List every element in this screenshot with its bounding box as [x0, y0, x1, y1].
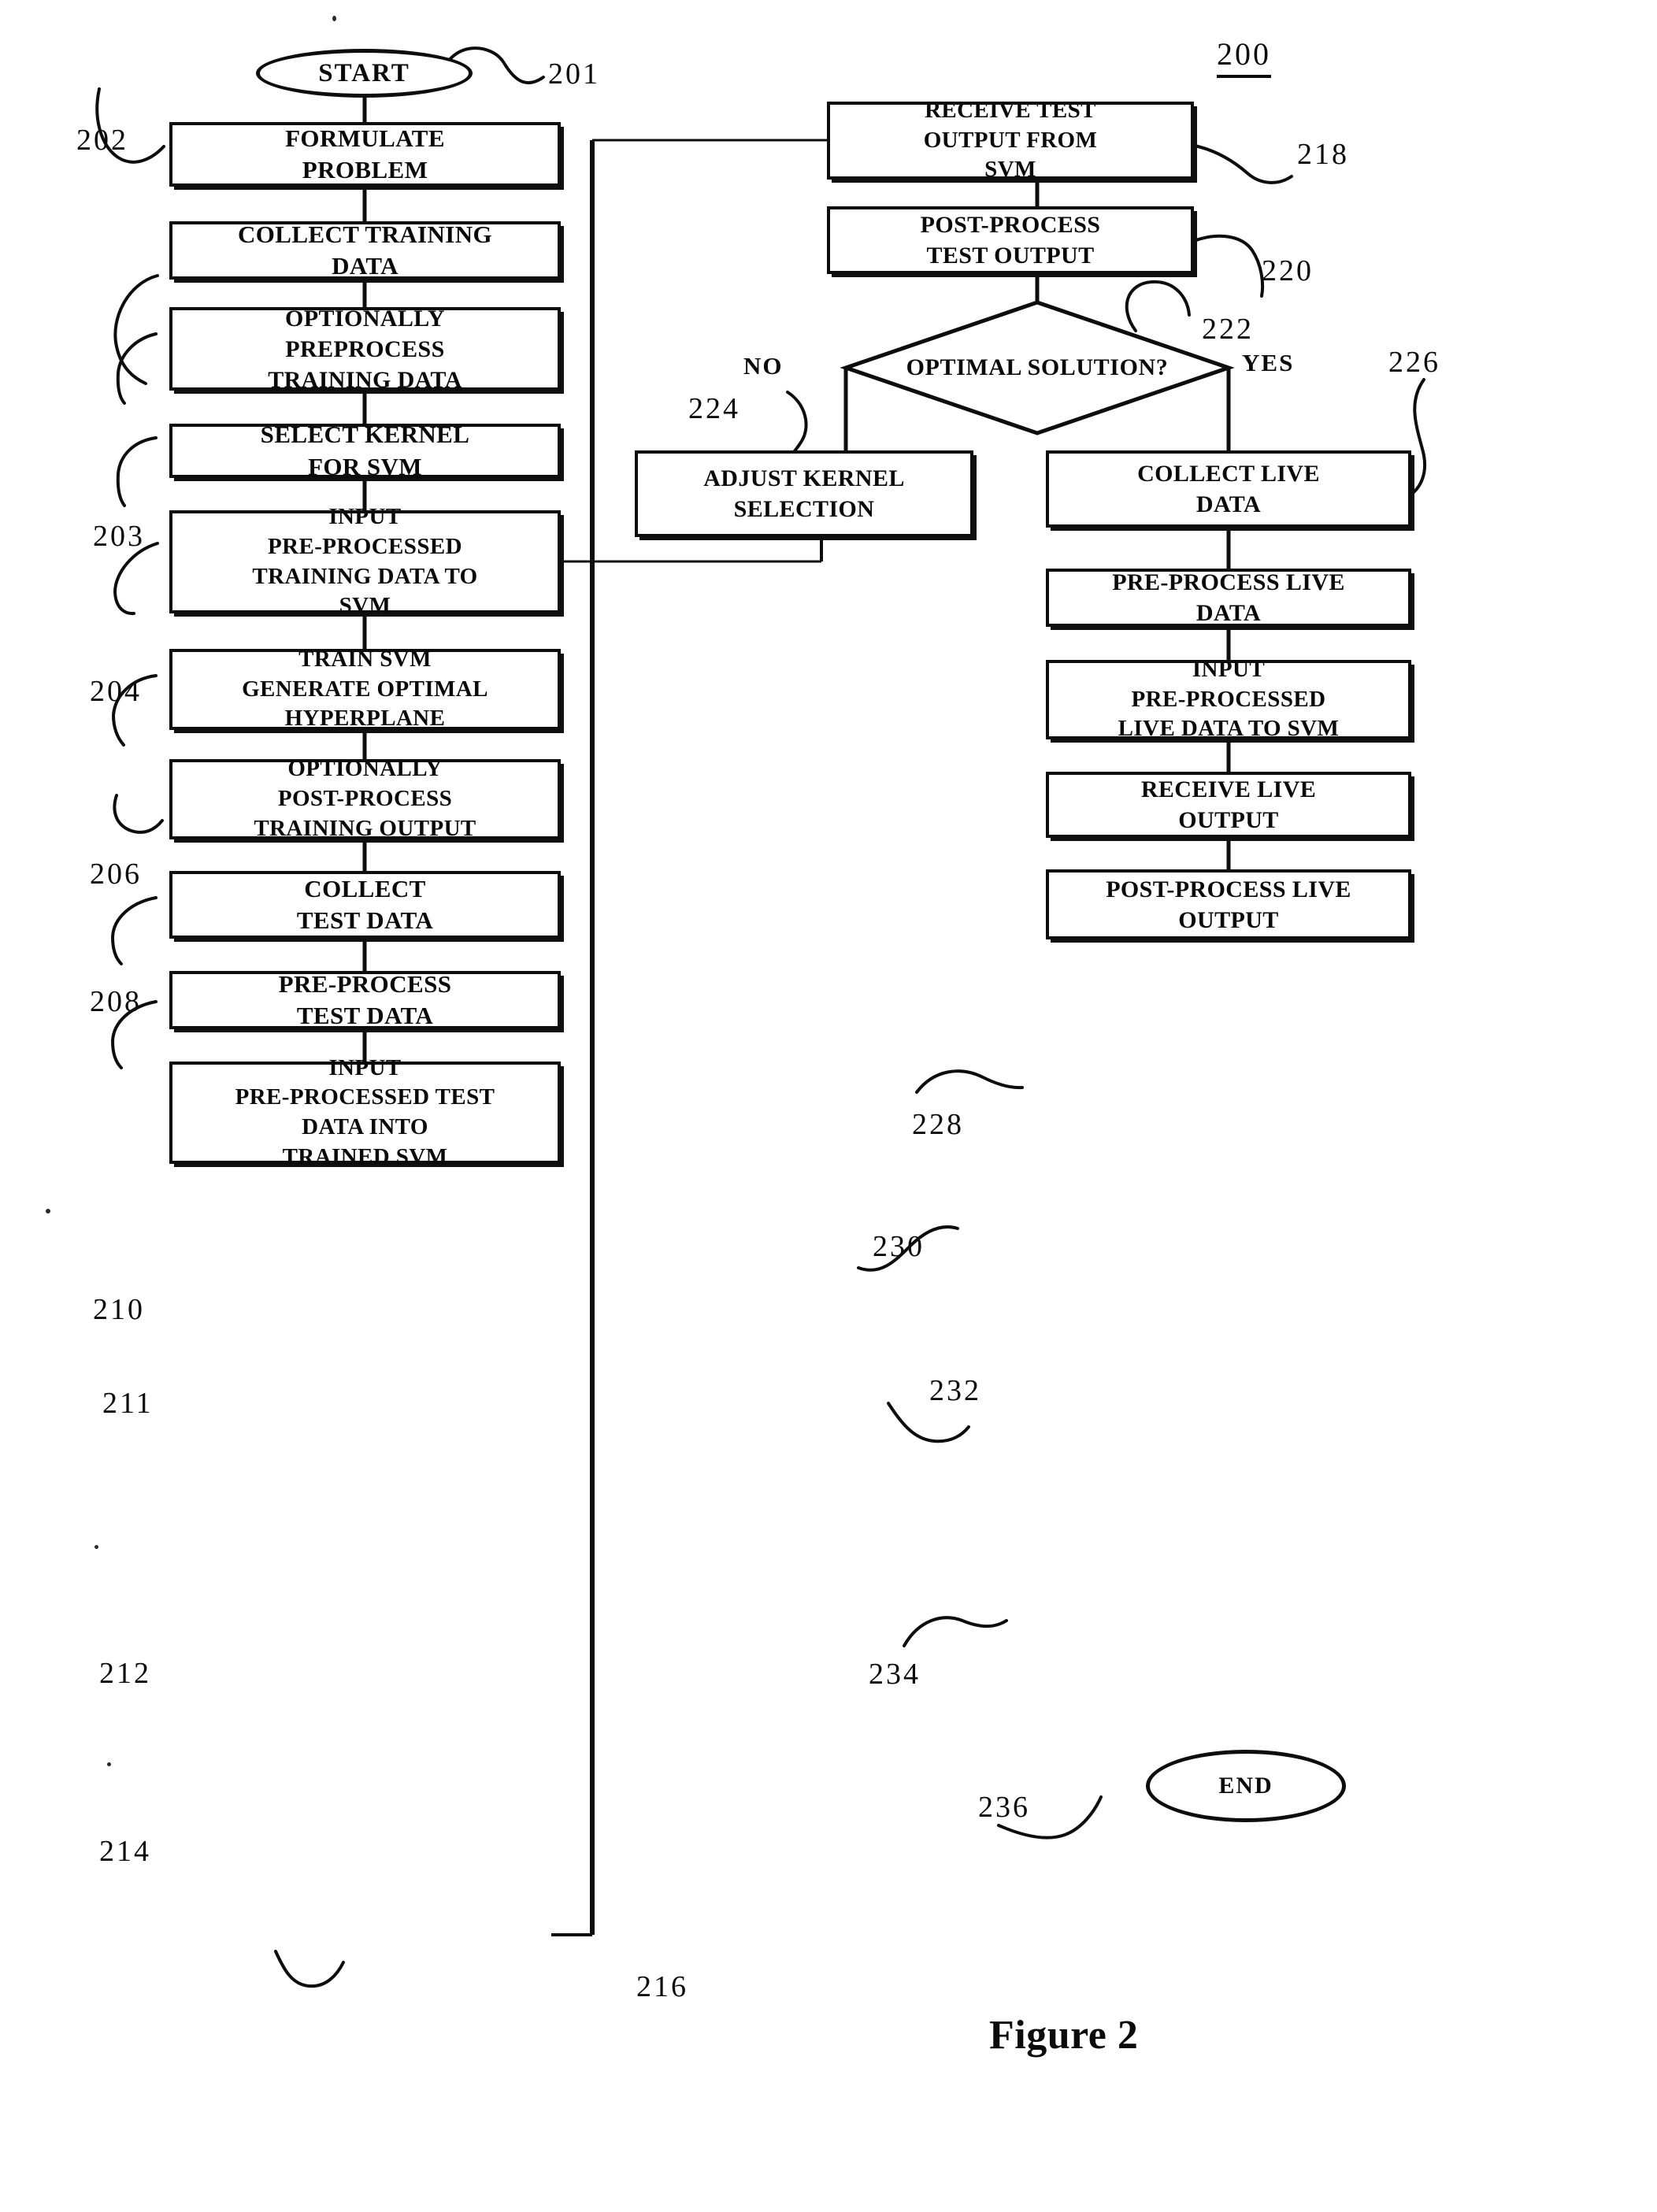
figure-title: Figure 2	[989, 2013, 1139, 2058]
terminal-start: START	[256, 49, 473, 98]
node-line: COLLECT LIVE	[1137, 461, 1320, 487]
ref-numeral-216: 216	[636, 1970, 688, 2003]
ref-numeral-218: 218	[1297, 138, 1349, 171]
ref-numeral-206: 206	[90, 858, 142, 891]
node-line: DATA	[1195, 491, 1262, 517]
node-line: PRE-PROCESSED	[268, 533, 462, 559]
node-line: PRE-PROCESSED TEST	[235, 1084, 495, 1110]
node-preprocess-test-data: PRE-PROCESS TEST DATA	[169, 969, 561, 1029]
ref-numeral-224: 224	[688, 392, 740, 425]
node-line: INPUT	[1192, 656, 1266, 682]
node-input-preprocessed-test-data-into-trained-svm: INPUT PRE-PROCESSED TEST DATA INTO TRAIN…	[169, 1055, 561, 1169]
ref-numeral-222: 222	[1202, 313, 1254, 346]
node-line: COLLECT TRAINING	[237, 220, 493, 248]
node-line: PREPROCESS	[285, 335, 445, 362]
decision-label: OPTIMAL SOLUTION?	[906, 354, 1169, 380]
node-formulate-problem: FORMULATE PROBLEM	[169, 122, 561, 187]
node-line: PRE-PROCESS LIVE	[1112, 569, 1345, 595]
ref-numeral-230: 230	[873, 1230, 925, 1263]
node-line: INPUT	[328, 1054, 402, 1080]
ref-numeral-204: 204	[90, 675, 142, 708]
node-preprocess-live-data: PRE-PROCESS LIVE DATA	[1046, 569, 1411, 627]
node-line: SELECT KERNEL	[260, 421, 470, 449]
node-line: FOR SVM	[308, 452, 422, 480]
diagram-number: 200	[1217, 35, 1271, 78]
decision-optimal-solution: OPTIMAL SOLUTION?	[846, 302, 1229, 433]
node-input-preprocessed-training-data-to-svm: INPUT PRE-PROCESSED TRAINING DATA TO SVM	[169, 504, 561, 618]
node-postprocess-test-output: POST-PROCESS TEST OUTPUT	[827, 206, 1194, 274]
node-line: TEST DATA	[296, 906, 434, 934]
ref-numeral-236: 236	[978, 1791, 1030, 1824]
ref-numeral-201: 201	[548, 57, 600, 91]
ref-numeral-214: 214	[99, 1835, 151, 1868]
node-line: TRAINING DATA TO	[252, 563, 478, 589]
terminal-end-label: END	[1218, 1773, 1273, 1799]
node-line: OUTPUT	[1178, 906, 1279, 933]
node-line: POST-PROCESS	[277, 786, 453, 812]
node-line: COLLECT	[304, 874, 426, 902]
node-line: OPTIONALLY	[287, 756, 443, 782]
node-line: PROBLEM	[302, 156, 428, 183]
node-line: OUTPUT	[1178, 807, 1279, 833]
node-line: SELECTION	[733, 496, 875, 522]
node-line: PRE-PROCESS	[278, 969, 452, 998]
terminal-end: END	[1146, 1750, 1346, 1822]
node-line: OPTIONALLY	[285, 305, 445, 332]
node-adjust-kernel-selection: ADJUST KERNEL SELECTION	[635, 450, 973, 537]
node-line: TRAINING DATA	[268, 366, 462, 393]
node-line: INPUT	[328, 504, 402, 530]
node-line: PRE-PROCESSED	[1131, 686, 1326, 712]
ref-numeral-208: 208	[90, 985, 142, 1018]
node-line: TRAINING OUTPUT	[254, 815, 476, 841]
node-line: OUTPUT FROM	[923, 127, 1098, 153]
terminal-start-label: START	[318, 58, 410, 87]
ref-numeral-234: 234	[869, 1658, 921, 1691]
scan-speck	[46, 1209, 50, 1213]
node-line: LIVE DATA TO SVM	[1118, 716, 1340, 742]
figure-canvas: START END FORMULATE PROBLEM COLLECT TRAI…	[0, 0, 1657, 2212]
ref-numeral-211: 211	[102, 1387, 154, 1420]
node-optionally-preprocess-training-data: OPTIONALLY PREPROCESS TRAINING DATA	[169, 305, 561, 393]
node-postprocess-live-output: POST-PROCESS LIVE OUTPUT	[1046, 869, 1411, 939]
ref-numeral-210: 210	[93, 1293, 145, 1326]
node-line: DATA	[1195, 600, 1262, 626]
node-select-kernel-for-svm: SELECT KERNEL FOR SVM	[169, 421, 561, 480]
scan-speck	[107, 1762, 111, 1766]
node-collect-test-data: COLLECT TEST DATA	[169, 871, 561, 939]
ref-numeral-220: 220	[1262, 254, 1314, 287]
node-input-preprocessed-live-data-to-svm: INPUT PRE-PROCESSED LIVE DATA TO SVM	[1046, 656, 1411, 742]
ref-numeral-232: 232	[929, 1374, 981, 1407]
node-optionally-postprocess-training-output: OPTIONALLY POST-PROCESS TRAINING OUTPUT	[169, 756, 561, 841]
scan-speck	[95, 1545, 98, 1549]
branch-label-no: NO	[743, 352, 784, 380]
ref-numeral-228: 228	[912, 1108, 964, 1141]
node-line: DATA INTO	[302, 1114, 428, 1139]
node-line: SVM	[984, 157, 1036, 183]
node-collect-training-data: COLLECT TRAINING DATA	[169, 220, 561, 280]
node-train-svm-generate-optimal-hyperplane: TRAIN SVM GENERATE OPTIMAL HYPERPLANE	[169, 646, 561, 732]
node-line: TEST OUTPUT	[926, 243, 1095, 269]
node-line: TRAIN SVM	[298, 646, 432, 672]
ref-numeral-226: 226	[1388, 346, 1440, 379]
node-line: RECEIVE TEST	[925, 97, 1096, 123]
node-line: TRAINED SVM	[282, 1143, 448, 1169]
branch-label-yes: YES	[1242, 349, 1295, 376]
ref-numeral-212: 212	[99, 1657, 151, 1690]
node-line: HYPERPLANE	[284, 706, 446, 732]
node-line: GENERATE OPTIMAL	[242, 676, 488, 702]
node-line: ADJUST KERNEL	[703, 465, 905, 491]
node-receive-test-output-from-svm: RECEIVE TEST OUTPUT FROM SVM	[827, 98, 1194, 183]
ref-numeral-202: 202	[76, 124, 128, 157]
node-line: RECEIVE LIVE	[1140, 776, 1317, 802]
ref-numeral-203: 203	[93, 520, 145, 553]
node-line: TEST DATA	[296, 1002, 434, 1029]
node-line: FORMULATE	[285, 124, 445, 152]
node-collect-live-data: COLLECT LIVE DATA	[1046, 450, 1411, 528]
node-receive-live-output: RECEIVE LIVE OUTPUT	[1046, 772, 1411, 838]
node-line: SVM	[339, 593, 391, 619]
node-line: POST-PROCESS LIVE	[1106, 876, 1351, 902]
scan-speck	[332, 16, 336, 21]
node-line: POST-PROCESS	[920, 212, 1101, 238]
node-line: DATA	[332, 252, 398, 280]
